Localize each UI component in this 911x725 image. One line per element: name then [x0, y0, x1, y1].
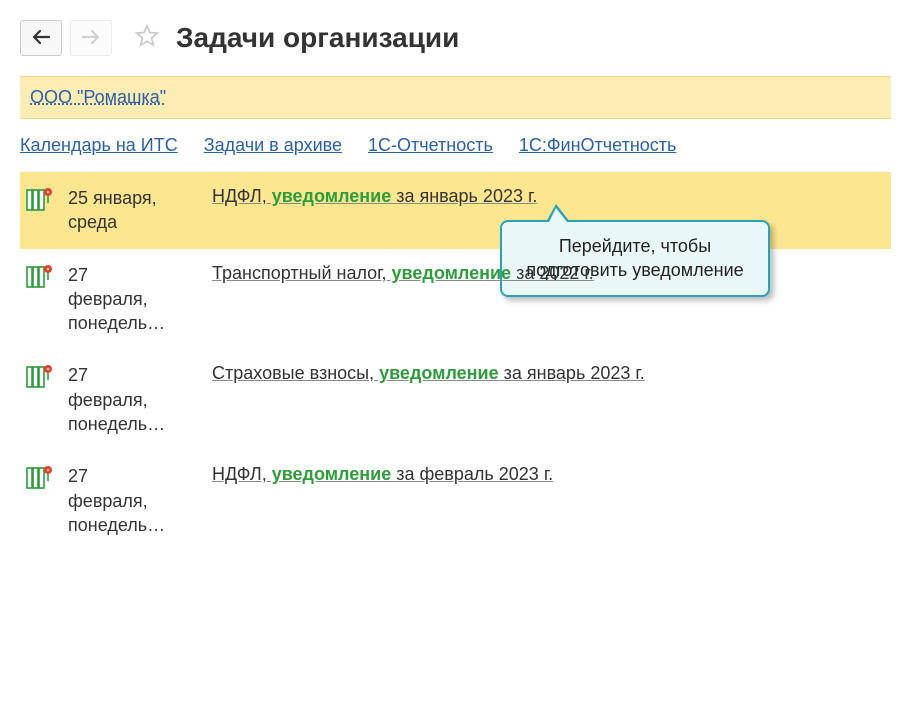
task-date-line: февраля, — [68, 489, 198, 513]
arrow-right-icon — [82, 28, 100, 49]
task-date: 27 февраля, понедель… — [68, 464, 198, 537]
star-icon — [134, 23, 160, 54]
arrow-left-icon — [32, 28, 50, 49]
task-accent: уведомление — [374, 363, 499, 383]
link-tasks-archive[interactable]: Задачи в архиве — [204, 135, 342, 156]
task-description[interactable]: Страховые взносы, уведомление за январь … — [212, 363, 883, 384]
task-list: 25 января, среда НДФЛ, уведомление за ян… — [20, 172, 891, 551]
task-suffix: за январь 2023 г. — [499, 363, 645, 383]
books-flower-icon — [26, 363, 54, 389]
task-date-line: среда — [68, 210, 198, 234]
books-flower-icon — [26, 186, 54, 212]
task-row[interactable]: 27 февраля, понедель… Транспортный налог… — [20, 249, 891, 350]
link-1c-reporting[interactable]: 1С-Отчетность — [368, 135, 493, 156]
links-row: Календарь на ИТС Задачи в архиве 1С-Отче… — [20, 133, 891, 172]
page-title: Задачи организации — [176, 22, 459, 54]
link-1c-finreport[interactable]: 1С:ФинОтчетность — [519, 135, 677, 156]
task-date: 25 января, среда — [68, 186, 198, 235]
task-row[interactable]: 27 февраля, понедель… НДФЛ, уведомление … — [20, 450, 891, 551]
task-row[interactable]: 27 февраля, понедель… Страховые взносы, … — [20, 349, 891, 450]
task-date-line: 25 января, — [68, 186, 198, 210]
task-date-line: 27 — [68, 464, 198, 488]
task-date: 27 февраля, понедель… — [68, 363, 198, 436]
task-description[interactable]: Транспортный налог, уведомление за 2022 … — [212, 263, 883, 284]
task-date-line: февраля, — [68, 287, 198, 311]
task-row[interactable]: 25 января, среда НДФЛ, уведомление за ян… — [20, 172, 891, 249]
task-prefix: НДФЛ, — [212, 186, 267, 206]
books-flower-icon — [26, 263, 54, 289]
forward-button[interactable] — [70, 20, 112, 56]
task-date-line: февраля, — [68, 388, 198, 412]
task-date-line: понедель… — [68, 513, 198, 537]
task-date-line: понедель… — [68, 311, 198, 335]
task-accent: уведомление — [267, 186, 392, 206]
task-prefix: Транспортный налог, — [212, 263, 387, 283]
organization-bar: ООО "Ромашка" — [20, 76, 891, 119]
task-accent: уведомление — [267, 464, 392, 484]
back-button[interactable] — [20, 20, 62, 56]
task-suffix: за февраль 2023 г. — [391, 464, 553, 484]
organization-link[interactable]: ООО "Ромашка" — [30, 87, 166, 107]
task-accent: уведомление — [387, 263, 512, 283]
task-prefix: Страховые взносы, — [212, 363, 374, 383]
task-suffix: за январь 2023 г. — [391, 186, 537, 206]
books-flower-icon — [26, 464, 54, 490]
task-date: 27 февраля, понедель… — [68, 263, 198, 336]
task-description[interactable]: НДФЛ, уведомление за февраль 2023 г. — [212, 464, 883, 485]
link-calendar-its[interactable]: Календарь на ИТС — [20, 135, 178, 156]
favorite-button[interactable] — [132, 23, 162, 53]
task-date-line: понедель… — [68, 412, 198, 436]
toolbar: Задачи организации — [20, 20, 891, 56]
task-prefix: НДФЛ, — [212, 464, 267, 484]
task-date-line: 27 — [68, 363, 198, 387]
task-suffix: за 2022 г. — [511, 263, 594, 283]
task-date-line: 27 — [68, 263, 198, 287]
